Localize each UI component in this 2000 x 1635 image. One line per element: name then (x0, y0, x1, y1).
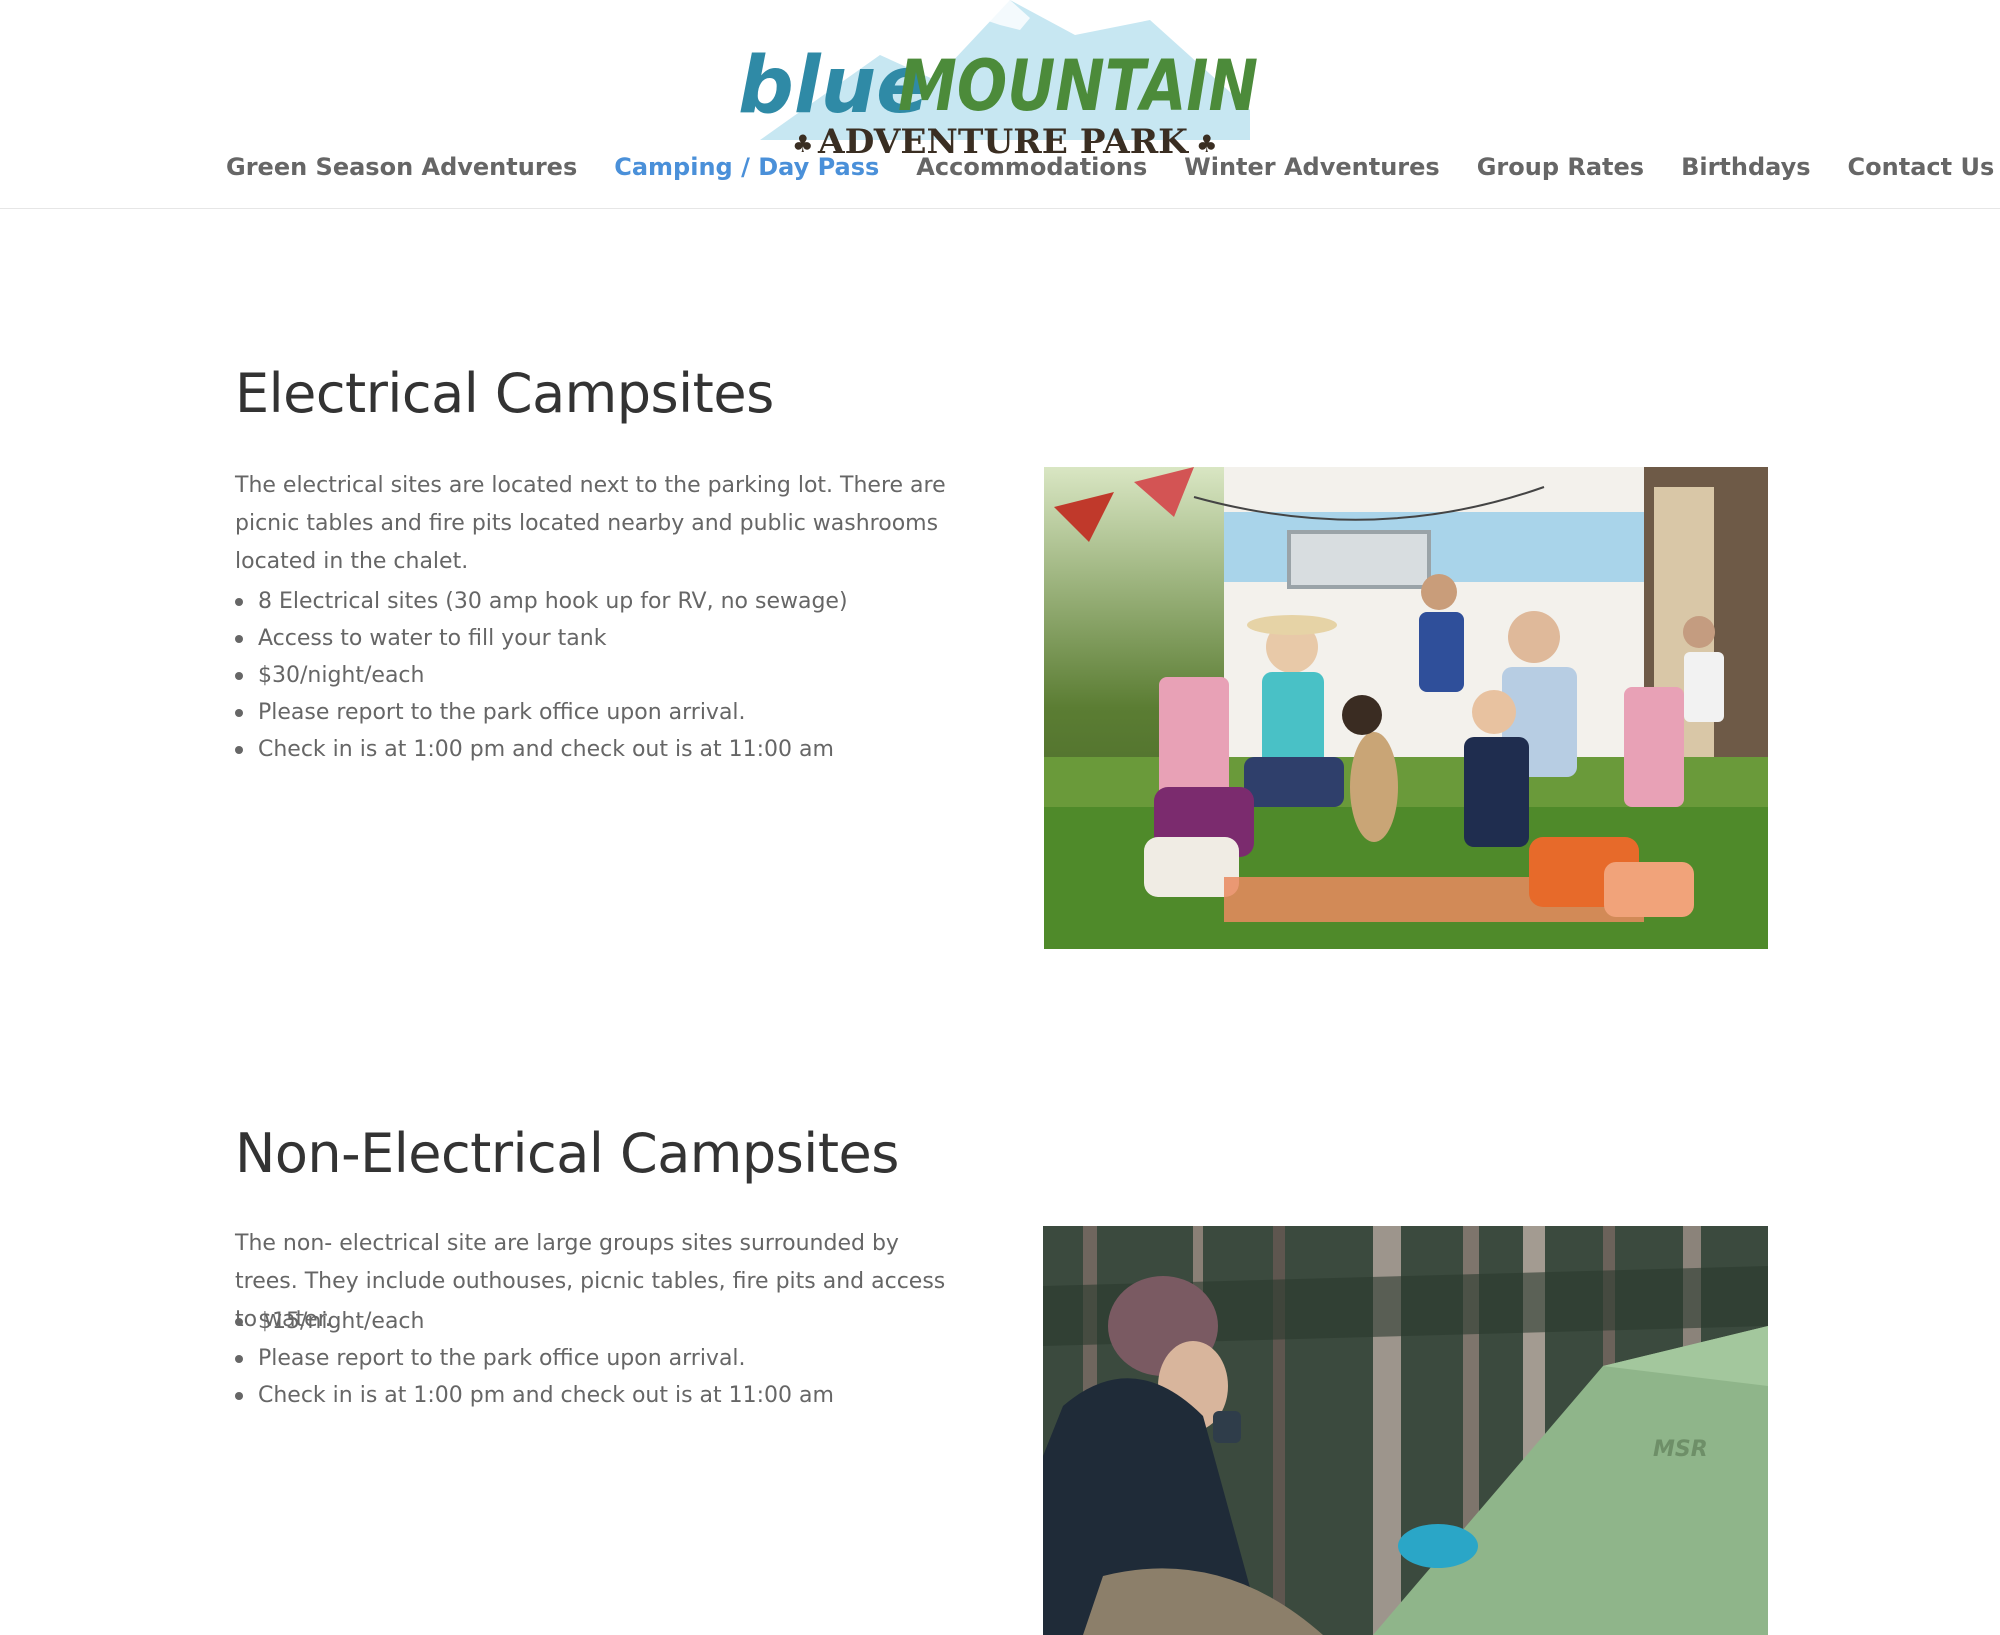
logo-word-mountain: MOUNTAIN (898, 45, 1258, 127)
main-nav: Green Season Adventures Camping / Day Pa… (226, 153, 2000, 193)
list-item: $30/night/each (235, 657, 955, 694)
list-item: Access to water to fill your tank (235, 620, 955, 657)
list-item: Check in is at 1:00 pm and check out is … (235, 731, 955, 768)
nav-item-green-season[interactable]: Green Season Adventures (226, 153, 577, 193)
non-electrical-campsites-title: Non-Electrical Campsites (235, 1122, 899, 1185)
nav-item-birthdays[interactable]: Birthdays (1681, 153, 1810, 193)
list-item: 8 Electrical sites (30 amp hook up for R… (235, 583, 955, 620)
nav-item-contact-us[interactable]: Contact Us (1848, 153, 1995, 193)
site-logo[interactable]: blue MOUNTAIN ADVENTURE PARK ♣ ♣ (730, 0, 1275, 160)
list-item: Check in is at 1:00 pm and check out is … (235, 1377, 955, 1414)
electrical-campsites-title: Electrical Campsites (235, 362, 774, 425)
site-header: blue MOUNTAIN ADVENTURE PARK ♣ ♣ Green S… (0, 0, 2000, 209)
list-item: $15/night/each (235, 1303, 955, 1340)
electrical-details-list: 8 Electrical sites (30 amp hook up for R… (235, 583, 955, 768)
nav-item-winter-adventures[interactable]: Winter Adventures (1184, 153, 1439, 193)
nav-item-camping-day-pass[interactable]: Camping / Day Pass (614, 153, 879, 193)
nav-item-group-rates[interactable]: Group Rates (1477, 153, 1644, 193)
non-electrical-details-list: $15/night/each Please report to the park… (235, 1303, 955, 1414)
list-item: Please report to the park office upon ar… (235, 694, 955, 731)
nav-item-accommodations[interactable]: Accommodations (916, 153, 1147, 193)
non-electrical-campsite-photo: MSR (1043, 1226, 1768, 1635)
tent-brand-text: MSR (1653, 1437, 1708, 1462)
electrical-intro: The electrical sites are located next to… (235, 473, 946, 574)
list-item: Please report to the park office upon ar… (235, 1340, 955, 1377)
electrical-campsite-photo (1044, 467, 1768, 949)
